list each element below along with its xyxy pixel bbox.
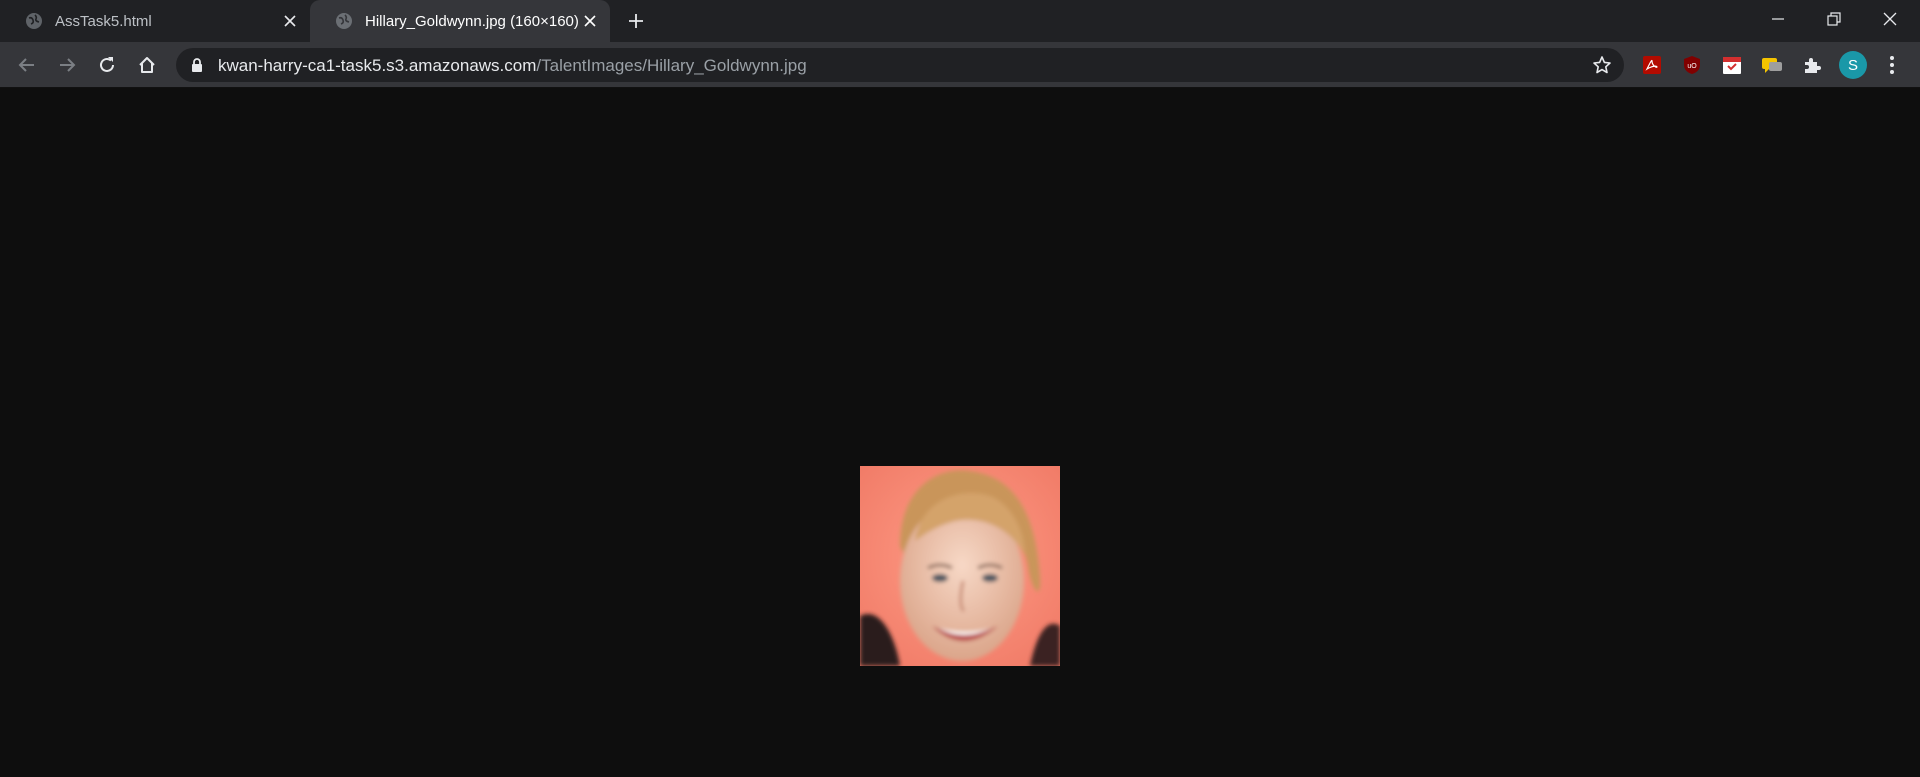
chat-extension-icon[interactable] bbox=[1759, 52, 1785, 78]
ublock-extension-icon[interactable]: uO bbox=[1679, 52, 1705, 78]
reload-button[interactable] bbox=[91, 49, 123, 81]
close-icon bbox=[1883, 12, 1897, 26]
browser-toolbar: kwan-harry-ca1-task5.s3.amazonaws.com/Ta… bbox=[0, 42, 1920, 88]
minimize-button[interactable] bbox=[1750, 0, 1806, 38]
arrow-right-icon bbox=[60, 58, 76, 72]
close-window-button[interactable] bbox=[1862, 0, 1918, 38]
url-text[interactable]: kwan-harry-ca1-task5.s3.amazonaws.com/Ta… bbox=[218, 56, 807, 76]
globe-icon bbox=[26, 13, 42, 29]
address-bar[interactable]: kwan-harry-ca1-task5.s3.amazonaws.com/Ta… bbox=[176, 48, 1624, 82]
bookmark-star-icon[interactable] bbox=[1592, 55, 1612, 75]
close-tab-icon[interactable] bbox=[579, 10, 601, 32]
tab-title: AssTask5.html bbox=[55, 12, 152, 30]
kebab-menu-icon bbox=[1890, 56, 1894, 74]
profile-avatar[interactable]: S bbox=[1839, 51, 1867, 79]
forward-button[interactable] bbox=[51, 49, 83, 81]
close-tab-icon[interactable] bbox=[279, 10, 301, 32]
reload-icon bbox=[100, 57, 114, 72]
image-viewer bbox=[0, 89, 1920, 777]
restore-button[interactable] bbox=[1806, 0, 1862, 38]
arrow-left-icon bbox=[18, 58, 34, 72]
minimize-icon bbox=[1772, 18, 1784, 20]
lock-icon[interactable] bbox=[190, 57, 204, 73]
calendar-extension-icon[interactable] bbox=[1719, 52, 1745, 78]
url-path: /TalentImages/Hillary_Goldwynn.jpg bbox=[536, 56, 807, 75]
puzzle-extensions-icon[interactable] bbox=[1799, 52, 1825, 78]
menu-button[interactable] bbox=[1880, 52, 1904, 78]
home-icon bbox=[139, 57, 155, 73]
home-button[interactable] bbox=[131, 49, 163, 81]
tab-hillary-goldwynn[interactable]: Hillary_Goldwynn.jpg (160×160) bbox=[310, 0, 610, 42]
plus-icon bbox=[629, 14, 643, 28]
tab-title: Hillary_Goldwynn.jpg (160×160) bbox=[365, 12, 579, 30]
globe-icon bbox=[336, 13, 352, 29]
pdf-extension-icon[interactable] bbox=[1639, 52, 1665, 78]
tab-asstask5[interactable]: AssTask5.html bbox=[0, 0, 310, 42]
url-host: kwan-harry-ca1-task5.s3.amazonaws.com bbox=[218, 56, 537, 75]
tab-strip: AssTask5.html Hillary_Goldwynn.jpg (160×… bbox=[0, 0, 1920, 42]
restore-icon bbox=[1827, 12, 1841, 26]
displayed-image[interactable] bbox=[860, 466, 1060, 666]
new-tab-button[interactable] bbox=[620, 8, 652, 34]
back-button[interactable] bbox=[11, 49, 43, 81]
svg-text:uO: uO bbox=[1687, 63, 1697, 70]
